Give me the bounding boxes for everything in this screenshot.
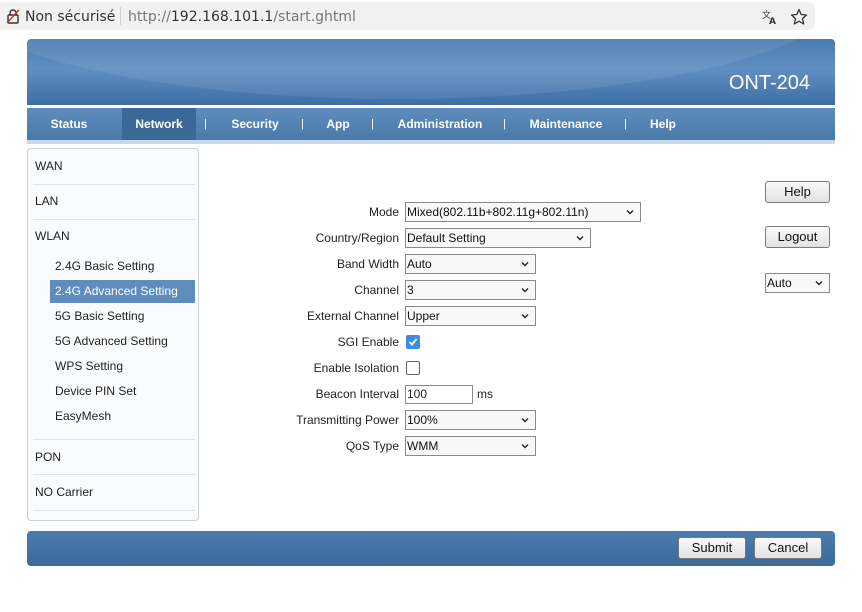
cancel-button[interactable]: Cancel [754, 537, 822, 559]
chevron-down-icon [521, 314, 529, 319]
channel-label: Channel [354, 283, 399, 297]
nav-underline [27, 140, 835, 144]
nav-separator: | [624, 118, 627, 130]
beacon-unit: ms [477, 387, 493, 401]
sidebar-item-device-pin[interactable]: Device PIN Set [50, 380, 195, 403]
beacon-label: Beacon Interval [315, 387, 399, 401]
sidebar-item-5g-basic[interactable]: 5G Basic Setting [50, 305, 195, 328]
channel-select[interactable]: 3 [405, 280, 536, 300]
svg-text:A: A [769, 17, 776, 26]
chevron-down-icon [815, 281, 823, 286]
security-status[interactable]: Non sécurisé [25, 9, 115, 25]
url-host: 192.168.101.1 [170, 9, 274, 25]
footer-bar: Submit Cancel [27, 531, 835, 566]
language-select[interactable]: Auto [765, 273, 830, 293]
qos-value: WMM [407, 439, 439, 453]
device-model: ONT-204 [728, 72, 810, 94]
chevron-down-icon [521, 444, 529, 449]
channel-value: 3 [407, 283, 414, 297]
bandwidth-value: Auto [407, 257, 432, 271]
mode-value: Mixed(802.11b+802.11g+802.11n) [407, 205, 589, 219]
sidebar-item-5g-advanced[interactable]: 5G Advanced Setting [50, 330, 195, 353]
sidebar-divider [33, 184, 195, 185]
sidebar-item-24g-advanced[interactable]: 2.4G Advanced Setting [50, 280, 195, 303]
ext-channel-select[interactable]: Upper [405, 306, 536, 326]
chevron-down-icon [521, 418, 529, 423]
beacon-input[interactable]: 100 [405, 385, 473, 404]
url-prefix: http:// [128, 9, 171, 25]
sgi-checkbox[interactable] [406, 335, 420, 349]
nav-separator: | [371, 118, 374, 130]
isolation-label: Enable Isolation [313, 361, 399, 375]
chevron-down-icon [521, 288, 529, 293]
sidebar-item-wlan[interactable]: WLAN [35, 229, 70, 243]
browser-address-bar: Non sécurisé http://192.168.101.1/start.… [0, 0, 862, 34]
sidebar-item-wps[interactable]: WPS Setting [50, 355, 195, 378]
sidebar-item-easymesh[interactable]: EasyMesh [50, 405, 195, 428]
url-path: /start.ghtml [273, 9, 356, 25]
isolation-checkbox[interactable] [406, 361, 420, 375]
nav-separator: | [301, 118, 304, 130]
address-separator [120, 7, 121, 25]
help-button[interactable]: Help [765, 181, 830, 203]
qos-select[interactable]: WMM [405, 436, 536, 456]
bandwidth-label: Band Width [336, 257, 399, 271]
nav-network[interactable]: Network [122, 108, 196, 140]
ext-channel-label: External Channel [306, 309, 399, 323]
submit-button[interactable]: Submit [678, 537, 746, 559]
mode-select[interactable]: Mixed(802.11b+802.11g+802.11n) [405, 202, 641, 222]
ext-channel-value: Upper [407, 309, 440, 323]
insecure-lock-icon[interactable] [6, 8, 20, 24]
logout-button[interactable]: Logout [765, 226, 830, 248]
sidebar-item-pon[interactable]: PON [35, 450, 61, 464]
country-value: Default Setting [407, 231, 486, 245]
sidebar-divider [33, 219, 195, 220]
qos-label: QoS Type [345, 439, 399, 453]
nav-status[interactable]: Status [47, 108, 91, 140]
chevron-down-icon [576, 236, 584, 241]
sgi-label: SGI Enable [337, 335, 399, 349]
nav-help[interactable]: Help [648, 108, 678, 140]
power-value: 100% [407, 413, 438, 427]
power-label: Transmitting Power [296, 413, 399, 427]
country-select[interactable]: Default Setting [405, 228, 591, 248]
sidebar-item-24g-basic[interactable]: 2.4G Basic Setting [50, 255, 195, 278]
language-value: Auto [767, 276, 792, 290]
nav-maintenance[interactable]: Maintenance [528, 108, 604, 140]
sidebar-item-lan[interactable]: LAN [35, 194, 58, 208]
nav-app[interactable]: App [322, 108, 354, 140]
sidebar-item-no-carrier[interactable]: NO Carrier [35, 485, 93, 499]
star-icon[interactable] [790, 8, 808, 26]
chevron-down-icon [626, 210, 634, 215]
nav-security[interactable]: Security [228, 108, 282, 140]
nav-separator: | [503, 118, 506, 130]
sidebar: WAN LAN WLAN 2.4G Basic Setting 2.4G Adv… [27, 148, 199, 521]
header-banner: ONT-204 [27, 39, 835, 105]
checkmark-icon [408, 338, 418, 346]
sidebar-divider [33, 510, 195, 511]
chevron-down-icon [521, 262, 529, 267]
country-label: Country/Region [315, 231, 399, 245]
url-text[interactable]: http://192.168.101.1/start.ghtml [128, 9, 356, 25]
sidebar-item-wan[interactable]: WAN [35, 159, 63, 173]
url-field[interactable]: Non sécurisé http://192.168.101.1/start.… [0, 2, 815, 30]
sidebar-divider [33, 439, 195, 440]
nav-administration[interactable]: Administration [395, 108, 485, 140]
bandwidth-select[interactable]: Auto [405, 254, 536, 274]
power-select[interactable]: 100% [405, 410, 536, 430]
translate-icon[interactable]: 文 A [761, 8, 779, 26]
nav-separator: | [204, 118, 207, 130]
main-nav: Status Network | Security | App | Admini… [27, 108, 835, 140]
sidebar-divider [33, 474, 195, 475]
mode-label: Mode [368, 205, 399, 219]
